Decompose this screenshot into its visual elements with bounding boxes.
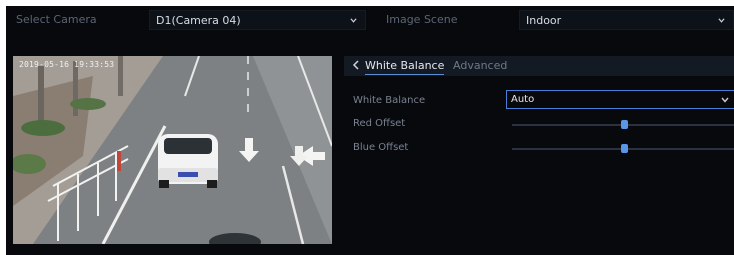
image-scene-value: Indoor: [526, 14, 562, 27]
settings-window: Select Camera D1(Camera 04) Image Scene …: [6, 6, 734, 255]
white-balance-value: Auto: [511, 94, 535, 105]
camera-scene-bar: Select Camera D1(Camera 04) Image Scene …: [6, 6, 734, 36]
preview-timestamp: 2019-05-16 19:33:53: [19, 60, 115, 69]
chevron-down-icon: [718, 18, 725, 23]
live-preview: 2019-05-16 19:33:53: [13, 56, 332, 244]
image-scene-select[interactable]: Indoor: [519, 10, 734, 30]
image-scene-label: Image Scene: [386, 13, 458, 26]
blue-offset-thumb[interactable]: [621, 144, 628, 153]
red-offset-thumb[interactable]: [621, 120, 628, 129]
chevron-down-icon: [721, 97, 729, 103]
tab-white-balance[interactable]: White Balance: [365, 59, 445, 75]
camera-select[interactable]: D1(Camera 04): [149, 10, 366, 30]
image-settings-panel: White Balance Advanced White Balance Aut…: [344, 56, 734, 246]
camera-preview-image: [13, 56, 332, 244]
white-balance-select[interactable]: Auto: [506, 90, 734, 109]
chevron-down-icon: [350, 18, 357, 23]
red-offset-slider[interactable]: [512, 120, 734, 129]
camera-select-value: D1(Camera 04): [156, 14, 241, 27]
tab-advanced[interactable]: Advanced: [453, 59, 507, 73]
white-balance-label: White Balance: [353, 95, 426, 106]
tab-bar: White Balance Advanced: [344, 56, 734, 76]
red-offset-label: Red Offset: [353, 118, 406, 129]
blue-offset-label: Blue Offset: [353, 142, 409, 153]
blue-offset-slider[interactable]: [512, 144, 734, 153]
select-camera-label: Select Camera: [16, 13, 97, 26]
chevron-left-icon[interactable]: [352, 58, 360, 72]
